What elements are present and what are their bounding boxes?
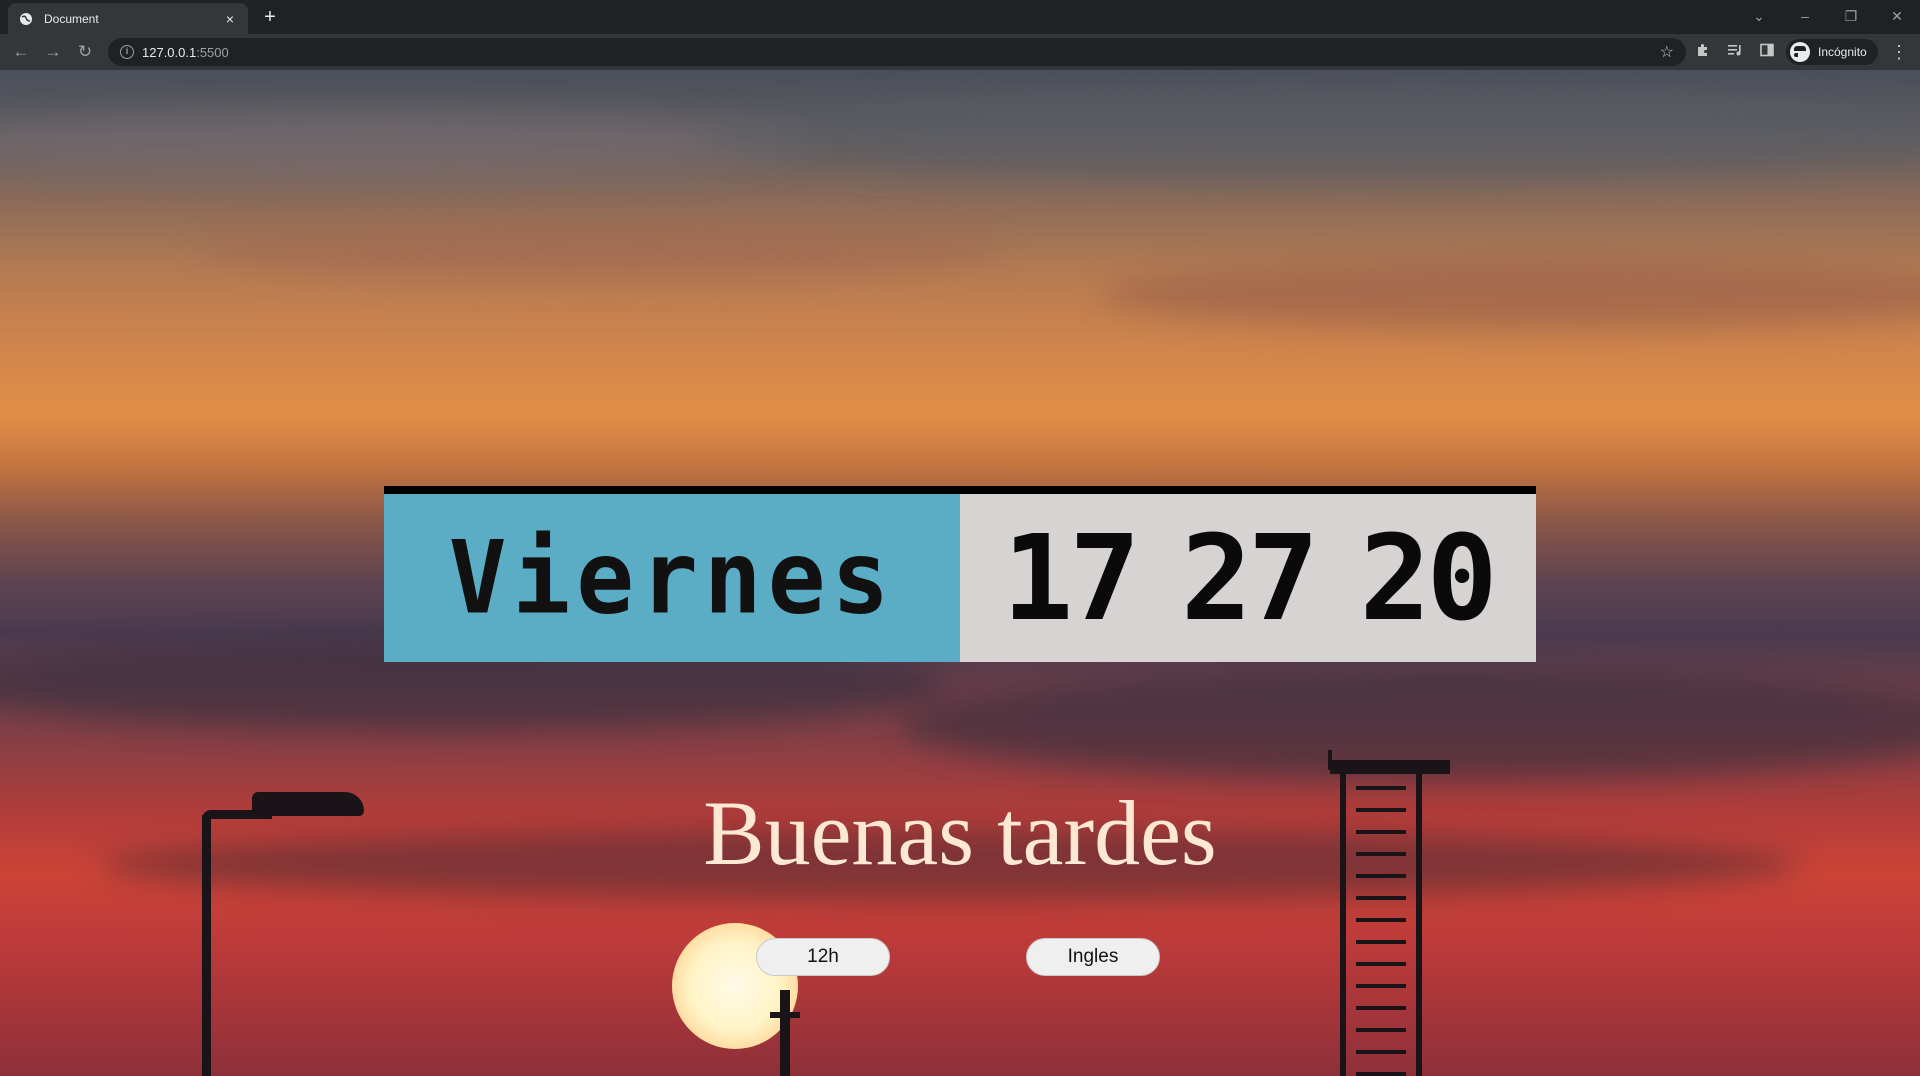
tower-platform <box>1330 760 1450 774</box>
site-info-icon[interactable]: i <box>120 45 134 59</box>
bookmark-star-icon[interactable]: ☆ <box>1660 42 1674 62</box>
page-viewport: Viernes 17 27 20 Buenas tardes 12h Ingle… <box>0 70 1920 1076</box>
distant-tower-arm <box>770 1012 800 1018</box>
minimize-button[interactable]: – <box>1790 4 1820 28</box>
hours-display: 17 <box>1002 509 1140 647</box>
back-button[interactable]: ← <box>9 40 33 64</box>
incognito-label: Incógnito <box>1818 45 1867 59</box>
reload-button[interactable]: ↻ <box>73 40 97 64</box>
incognito-icon <box>1790 42 1814 62</box>
new-tab-button[interactable]: + <box>258 6 282 30</box>
window-close-button[interactable]: ✕ <box>1882 4 1912 28</box>
tab-search-icon[interactable]: ⌄ <box>1744 4 1774 28</box>
tab-title: Document <box>44 11 99 26</box>
address-port: :5500 <box>196 44 229 60</box>
browser-menu-icon[interactable]: ⋮ <box>1888 41 1910 63</box>
cloud <box>700 90 1920 180</box>
distant-tower <box>780 990 790 1076</box>
time-format-button[interactable]: 12h <box>756 938 890 976</box>
tab-strip: Document × + ⌄ – ❐ ✕ <box>0 0 1920 34</box>
day-panel: Viernes <box>384 494 960 662</box>
cloud <box>200 220 1000 280</box>
day-label: Viernes <box>448 519 896 637</box>
cloud <box>1100 260 1920 330</box>
browser-toolbar: ← → ↻ i 127.0.0.1 :5500 ☆ Incógnito ⋮ <box>0 34 1920 70</box>
incognito-profile-button[interactable]: Incógnito <box>1786 39 1878 65</box>
time-panel: 17 27 20 <box>960 494 1536 662</box>
puzzle-icon[interactable] <box>1692 41 1714 63</box>
forward-button[interactable]: → <box>41 40 65 64</box>
cloud <box>0 110 820 180</box>
browser-tab[interactable]: Document × <box>8 3 248 34</box>
media-list-icon[interactable] <box>1724 41 1746 63</box>
side-panel-icon[interactable] <box>1756 41 1778 63</box>
clock-widget: Viernes 17 27 20 <box>384 486 1536 662</box>
greeting-text: Buenas tardes <box>703 782 1217 884</box>
minutes-display: 27 <box>1180 509 1319 647</box>
language-button[interactable]: Ingles <box>1026 938 1160 976</box>
address-host: 127.0.0.1 <box>142 44 197 60</box>
seconds-display: 20 <box>1359 509 1498 647</box>
tab-close-icon[interactable]: × <box>222 11 238 27</box>
tower-antenna <box>1328 750 1332 770</box>
globe-icon <box>18 11 34 27</box>
address-bar[interactable]: i 127.0.0.1 :5500 ☆ <box>108 38 1686 66</box>
restore-button[interactable]: ❐ <box>1836 4 1866 28</box>
